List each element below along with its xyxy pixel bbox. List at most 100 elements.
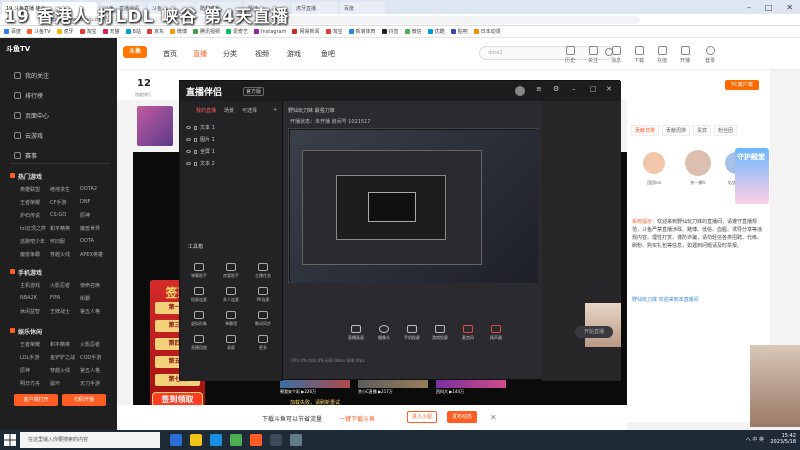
settings-icon[interactable]: ⚙ — [553, 85, 559, 93]
game-link[interactable]: 魔兽争霸 — [20, 251, 50, 258]
nav-home[interactable]: 首页 — [163, 49, 177, 59]
system-tray[interactable]: へ 中 英 — [746, 436, 764, 443]
tool-pk[interactable]: PK连麦 — [248, 287, 278, 303]
game-link[interactable]: 穿越火线 — [50, 251, 80, 258]
tab-vip[interactable]: 贵宾 — [693, 125, 712, 136]
bookmark-item[interactable]: 日本动漫 — [473, 28, 501, 35]
game-link[interactable]: 逃跑吧少年 — [20, 238, 50, 245]
game-link[interactable]: 原神 — [20, 367, 50, 374]
chrome-icon[interactable] — [230, 434, 242, 446]
tool-task[interactable]: 主播任务 — [248, 263, 278, 279]
maximize-icon[interactable]: □ — [765, 3, 773, 12]
camera-button[interactable]: 摄像头 — [371, 325, 397, 341]
game-link[interactable]: 绝地求生 — [50, 186, 80, 193]
game-link[interactable]: 英雄联盟 — [20, 186, 50, 193]
file-explorer-icon[interactable] — [190, 434, 202, 446]
message-icon[interactable]: 消息 — [608, 46, 624, 64]
tab-optional[interactable]: 可选择 — [242, 107, 257, 114]
douyu-icon[interactable] — [250, 434, 262, 446]
nav-video[interactable]: 视频 — [255, 49, 269, 59]
follow-icon[interactable]: 关注 — [585, 46, 601, 64]
minimize-icon[interactable]: – — [572, 85, 576, 93]
bookmark-item[interactable]: 抖音 — [381, 28, 399, 35]
game-link[interactable]: 和平精英 — [50, 341, 80, 348]
game-link[interactable]: 炉石传说 — [20, 212, 50, 219]
game-link[interactable]: 王者荣耀 — [20, 341, 50, 348]
game-link[interactable]: 穿越火线 — [50, 367, 80, 374]
phone-cast-button[interactable]: 手机投屏 — [399, 325, 425, 341]
bookmark-item[interactable]: 虎牙 — [56, 28, 74, 35]
tool-wall[interactable]: 弹幕墙 — [216, 311, 246, 327]
tool-admin[interactable]: 房管助手 — [216, 263, 246, 279]
edge-icon[interactable] — [210, 434, 222, 446]
enter-room-button[interactable]: 进入小屋 — [407, 411, 437, 423]
minimize-icon[interactable]: – — [747, 3, 751, 12]
scene-item[interactable]: 文本 2 — [186, 159, 278, 168]
microphone-button[interactable]: 麦克风 — [455, 325, 481, 341]
scene-item[interactable]: 图片 1 — [186, 135, 278, 144]
tab-my-live[interactable]: 我的直播 — [196, 107, 216, 114]
site-logo[interactable]: 斗鱼 — [123, 46, 147, 58]
game-link[interactable]: 明日方舟 — [20, 380, 50, 387]
app-icon[interactable] — [290, 434, 302, 446]
tool-avatar[interactable]: 虚拟形象 — [184, 311, 214, 327]
bookmark-item[interactable]: 腾讯视频 — [193, 28, 220, 35]
game-link[interactable]: 使命召唤 — [80, 282, 110, 289]
bookmark-item[interactable]: 网易新闻 — [292, 28, 320, 35]
nav-category[interactable]: 分类 — [223, 49, 237, 59]
tool-lyric[interactable]: 歌词同步 — [248, 311, 278, 327]
game-link[interactable]: COD手游 — [80, 354, 110, 361]
history-icon[interactable]: 历史 — [562, 46, 578, 64]
bookmark-item[interactable]: 淘宝 — [325, 28, 343, 35]
game-link[interactable]: 崩坏 — [50, 380, 80, 387]
anchor-avatar[interactable] — [137, 106, 173, 146]
avatar[interactable] — [685, 150, 711, 176]
game-link[interactable]: 和平精英 — [50, 225, 80, 232]
sidebar-item-follow[interactable]: 我的关注 — [14, 71, 49, 80]
bookmark-item[interactable]: 天猫 — [102, 28, 120, 35]
maximize-icon[interactable]: □ — [590, 85, 597, 93]
game-link[interactable]: 天刀手游 — [80, 380, 110, 387]
scan-open-button[interactable]: 扫码开播 — [62, 394, 106, 406]
bookmark-item[interactable]: 斗鱼TV — [27, 28, 51, 35]
browser-tab[interactable]: 虎牙直播 — [292, 2, 337, 14]
bookmark-item[interactable]: 优酷 — [427, 28, 445, 35]
bookmark-item[interactable]: Instagram — [254, 28, 286, 35]
game-link[interactable]: DNF — [80, 199, 110, 206]
tab-week[interactable]: 贡献周排 — [662, 125, 691, 136]
nav-yuba[interactable]: 鱼吧 — [321, 49, 335, 59]
close-icon[interactable]: ✕ — [606, 85, 612, 93]
bookmark-item[interactable]: 贴吧 — [450, 28, 468, 35]
scene-item[interactable]: 全屏 1 — [186, 147, 278, 156]
tab-day[interactable]: 贡献日排 — [631, 125, 660, 136]
tool-multi[interactable]: 多人连麦 — [216, 287, 246, 303]
pc-client-button[interactable]: PC客户端 — [725, 80, 759, 90]
screen-source-button[interactable]: 直播画面 — [343, 325, 369, 341]
sidebar-item-cloud[interactable]: 云游戏 — [14, 131, 43, 140]
download-icon[interactable]: 下载 — [631, 46, 647, 64]
close-icon[interactable]: ✕ — [786, 3, 793, 12]
game-link[interactable]: 金铲铲之战 — [50, 354, 80, 361]
avatar[interactable] — [643, 152, 665, 174]
bookmark-item[interactable]: 百度 — [4, 28, 21, 35]
sidebar-item-center[interactable]: 页面中心 — [14, 111, 49, 120]
bookmark-item[interactable]: 新浪体育 — [348, 28, 376, 35]
game-link[interactable]: NBA2K — [20, 295, 50, 302]
tool-replay[interactable]: 直播回放 — [184, 335, 214, 351]
scene-item[interactable]: 文本 1 — [186, 123, 278, 132]
game-link[interactable]: 休闲益智 — [20, 308, 50, 315]
tab-scene[interactable]: 场景 — [224, 107, 234, 114]
tool-more[interactable]: 更多 — [248, 335, 278, 351]
game-cast-button[interactable]: 游戏投屏 — [427, 325, 453, 341]
stream-preview[interactable] — [288, 128, 538, 283]
download-link[interactable]: 一键下载斗鱼 — [339, 414, 375, 423]
game-link[interactable]: 王者荣耀 — [20, 199, 50, 206]
game-link[interactable]: 火影忍者 — [80, 341, 110, 348]
game-link[interactable]: 街霸 — [80, 295, 110, 302]
add-scene-button[interactable]: + — [273, 107, 277, 113]
game-link[interactable]: 怀旧服 — [50, 238, 80, 245]
streamer-app-icon[interactable] — [270, 434, 282, 446]
tab-fans[interactable]: 粉丝团 — [714, 125, 738, 136]
bookmark-item[interactable]: 淘宝 — [79, 28, 97, 35]
game-link[interactable]: DOTA — [80, 238, 110, 245]
